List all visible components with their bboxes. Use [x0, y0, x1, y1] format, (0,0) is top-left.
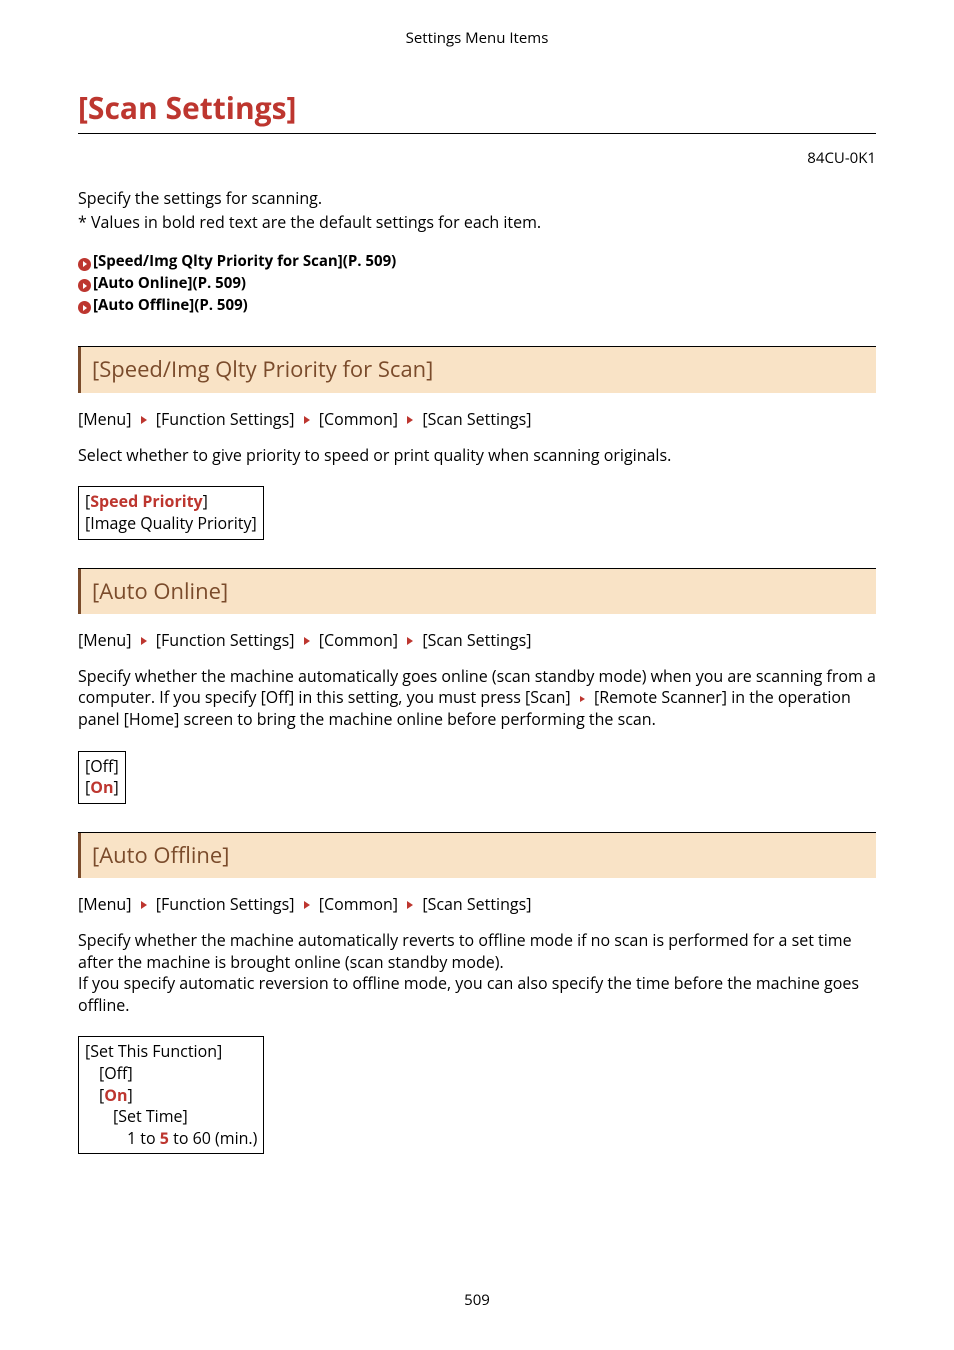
intro-line2: * Values in bold red text are the defaul… — [78, 212, 876, 234]
section-heading-speed: [Speed/Img Qlty Priority for Scan] — [78, 346, 876, 393]
toc-link-online: [Auto Online](P. 509) — [93, 273, 246, 293]
toc-link-offline: [Auto Offline](P. 509) — [93, 295, 248, 315]
chevron-right-icon — [407, 416, 413, 424]
options-box-offline: [Set This Function] [Off] [On] [Set Time… — [78, 1036, 264, 1154]
default-value: Speed Priority — [90, 490, 202, 512]
bc-function: [Function Settings] — [156, 629, 295, 651]
option-on: [On] — [85, 777, 119, 799]
bc-scan: [Scan Settings] — [422, 893, 531, 915]
intro-block: Specify the settings for scanning. * Val… — [78, 188, 876, 233]
option-speed-priority: [Speed Priority] — [85, 491, 257, 513]
chevron-right-icon — [141, 416, 147, 424]
chevron-right-icon — [304, 637, 310, 645]
option-off: [Off] — [85, 756, 119, 778]
page-number: 509 — [0, 1290, 954, 1310]
chevron-right-icon — [407, 637, 413, 645]
running-header: Settings Menu Items — [78, 28, 876, 48]
breadcrumb-speed: [Menu] [Function Settings] [Common] [Sca… — [78, 409, 876, 431]
bc-function: [Function Settings] — [156, 408, 295, 430]
para-speed: Select whether to give priority to speed… — [78, 445, 876, 467]
bc-menu: [Menu] — [78, 893, 131, 915]
default-value: 5 — [160, 1127, 169, 1149]
play-circle-icon — [78, 258, 91, 271]
toc-item-online[interactable]: [Auto Online](P. 509) — [78, 273, 876, 295]
bc-function: [Function Settings] — [156, 893, 295, 915]
bc-scan: [Scan Settings] — [422, 408, 531, 430]
breadcrumb-online: [Menu] [Function Settings] [Common] [Sca… — [78, 630, 876, 652]
toc-item-offline[interactable]: [Auto Offline](P. 509) — [78, 295, 876, 317]
para-offline-2: If you specify automatic reversion to of… — [78, 973, 876, 1016]
chevron-right-icon — [141, 901, 147, 909]
default-value: On — [104, 1084, 127, 1106]
section-heading-offline: [Auto Offline] — [78, 832, 876, 879]
bc-menu: [Menu] — [78, 408, 131, 430]
option-off: [Off] — [85, 1063, 257, 1085]
option-image-quality: [Image Quality Priority] — [85, 513, 257, 535]
toc-link-speed: [Speed/Img Qlty Priority for Scan](P. 50… — [93, 251, 396, 271]
options-box-speed: [Speed Priority] [Image Quality Priority… — [78, 486, 264, 539]
section-heading-online: [Auto Online] — [78, 568, 876, 615]
bc-common: [Common] — [319, 629, 398, 651]
option-time-range: 1 to 5 to 60 (min.) — [85, 1128, 257, 1150]
header-text: Settings Menu Items — [406, 28, 549, 48]
para-offline-1: Specify whether the machine automaticall… — [78, 930, 876, 973]
intro-line1: Specify the settings for scanning. — [78, 188, 876, 210]
play-circle-icon — [78, 279, 91, 292]
play-circle-icon — [78, 301, 91, 314]
chevron-right-icon — [304, 901, 310, 909]
bc-common: [Common] — [319, 408, 398, 430]
para-offline-block: Specify whether the machine automaticall… — [78, 930, 876, 1016]
chevron-right-icon — [141, 637, 147, 645]
options-box-online: [Off] [On] — [78, 751, 126, 804]
option-set-this-function: [Set This Function] — [85, 1041, 257, 1063]
breadcrumb-offline: [Menu] [Function Settings] [Common] [Sca… — [78, 894, 876, 916]
toc-item-speed[interactable]: [Speed/Img Qlty Priority for Scan](P. 50… — [78, 251, 876, 273]
default-value: On — [90, 776, 113, 798]
chevron-right-icon — [407, 901, 413, 909]
bc-scan: [Scan Settings] — [422, 629, 531, 651]
bc-common: [Common] — [319, 893, 398, 915]
toc-list: [Speed/Img Qlty Priority for Scan](P. 50… — [78, 251, 876, 316]
option-set-time: [Set Time] — [85, 1106, 257, 1128]
chevron-right-icon — [580, 696, 585, 702]
document-id: 84CU-0K1 — [78, 148, 876, 168]
chevron-right-icon — [304, 416, 310, 424]
para-online: Specify whether the machine automaticall… — [78, 666, 876, 731]
page-title: [Scan Settings] — [78, 88, 876, 134]
option-on: [On] — [85, 1085, 257, 1107]
bc-menu: [Menu] — [78, 629, 131, 651]
